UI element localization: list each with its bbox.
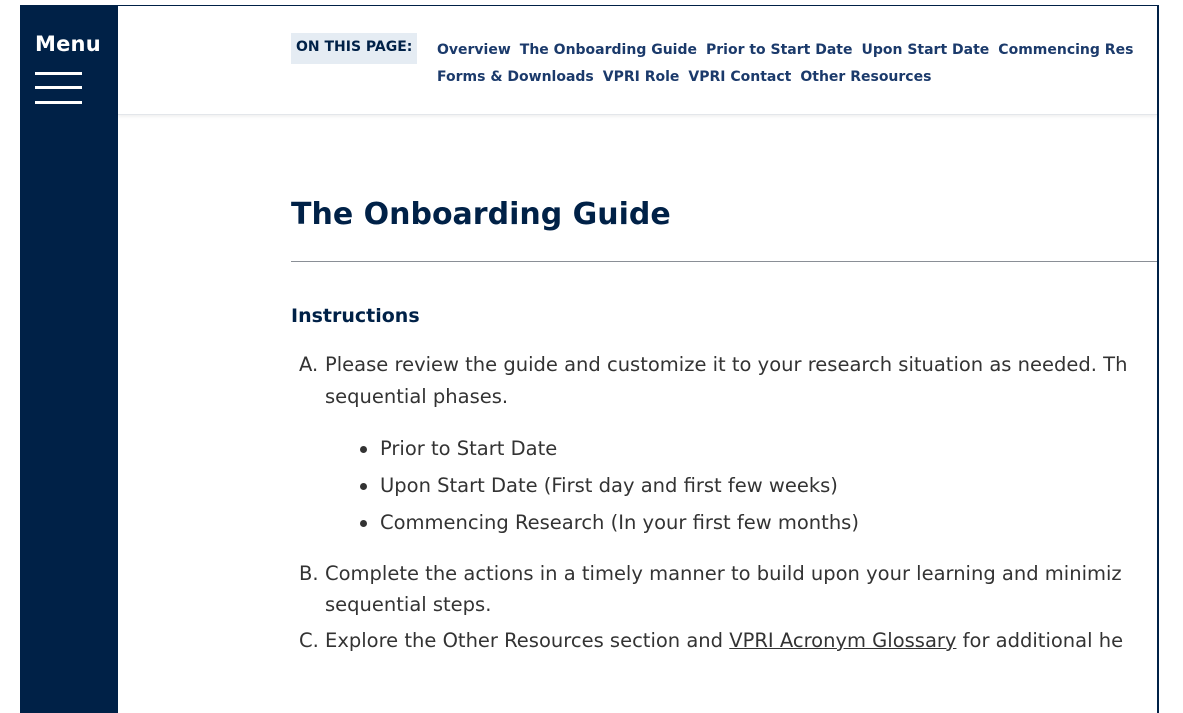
bullet-icon <box>360 483 367 490</box>
instruction-a-line-2: sequential phases. <box>325 385 509 408</box>
bullet-icon <box>360 520 367 527</box>
instruction-c-marker: C. <box>299 629 319 652</box>
bullet-icon <box>360 446 367 453</box>
vpri-acronym-glossary-link[interactable]: VPRI Acronym Glossary <box>729 629 956 652</box>
page-frame: Menu ON THIS PAGE: Overview The Onboardin… <box>0 0 1183 713</box>
link-commencing-research[interactable]: Commencing Res <box>998 42 1133 58</box>
instruction-b-line-2: sequential steps. <box>325 593 492 616</box>
page-title: The Onboarding Guide <box>291 197 671 232</box>
instruction-c-text: Explore the Other Resources section and … <box>325 626 1123 656</box>
instruction-a-line-1: Please review the guide and customize it… <box>325 353 1128 376</box>
link-prior-to-start-date[interactable]: Prior to Start Date <box>706 42 853 58</box>
instruction-a-marker: A. <box>299 353 319 376</box>
on-this-page-row-2: Forms & Downloads VPRI Role VPRI Contact Ot… <box>437 64 1157 91</box>
on-this-page-label: ON THIS PAGE: <box>291 33 418 64</box>
link-forms-downloads[interactable]: Forms & Downloads <box>437 69 594 85</box>
on-this-page-row-1: Overview The Onboarding Guide Prior to Sta… <box>437 37 1157 64</box>
sidebar: Menu <box>20 6 118 713</box>
hamburger-icon[interactable] <box>35 72 82 106</box>
link-onboarding-guide[interactable]: The Onboarding Guide <box>520 42 697 58</box>
link-other-resources[interactable]: Other Resources <box>800 69 931 85</box>
link-vpri-role[interactable]: VPRI Role <box>603 69 680 85</box>
instruction-b-line-1: Complete the actions in a timely manner … <box>325 562 1122 585</box>
link-upon-start-date[interactable]: Upon Start Date <box>861 42 989 58</box>
instruction-b-marker: B. <box>299 562 319 585</box>
instructions-heading: Instructions <box>291 305 420 327</box>
link-vpri-contact[interactable]: VPRI Contact <box>688 69 791 85</box>
menu-label[interactable]: Menu <box>35 32 101 56</box>
link-overview[interactable]: Overview <box>437 42 511 58</box>
right-border <box>1157 6 1159 713</box>
phase-item-2: Upon Start Date (First day and first few… <box>380 474 838 497</box>
on-this-page-bar: ON THIS PAGE: Overview The Onboarding Gui… <box>118 6 1157 115</box>
on-this-page-links: Overview The Onboarding Guide Prior to Sta… <box>437 37 1157 91</box>
main-content: The Onboarding Guide Instructions A. Ple… <box>291 114 1157 713</box>
phase-item-3: Commencing Research (In your first few m… <box>380 511 859 534</box>
phase-item-1: Prior to Start Date <box>380 437 558 460</box>
instruction-c-after: for additional he <box>956 629 1124 652</box>
title-divider <box>291 261 1157 262</box>
instruction-c-before: Explore the Other Resources section and <box>325 629 730 652</box>
